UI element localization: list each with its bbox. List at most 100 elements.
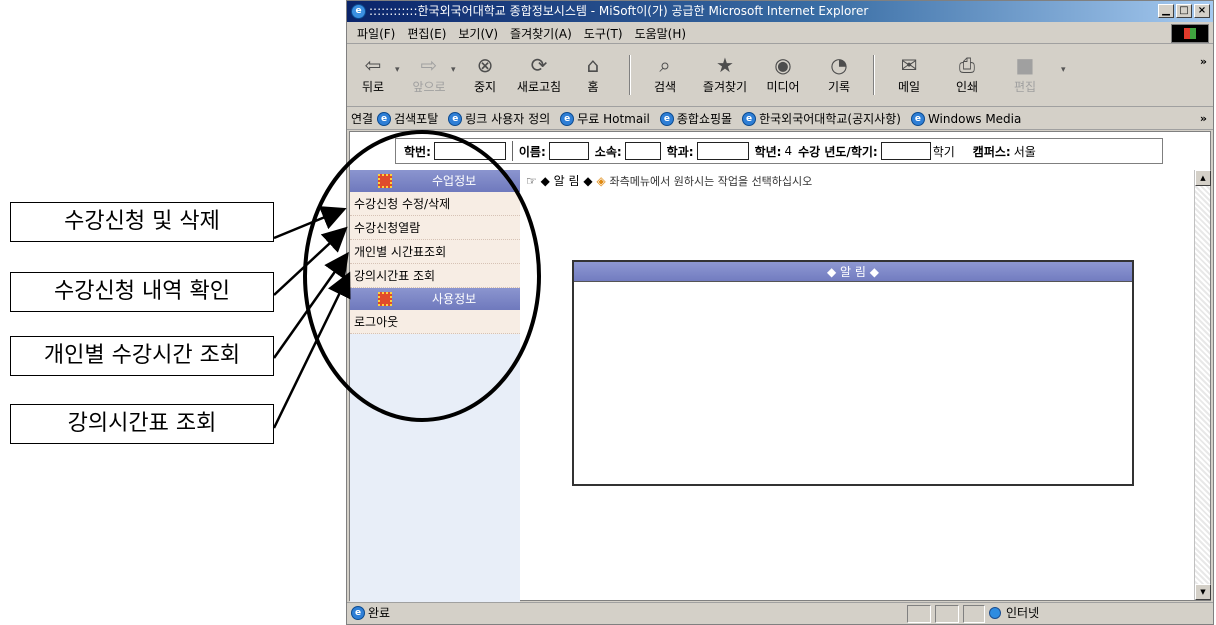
menu-view[interactable]: 보기(V) <box>454 25 506 42</box>
ie-page-icon: e <box>377 111 392 126</box>
name-field[interactable] <box>548 142 589 160</box>
mail-icon: ✉ <box>900 53 918 77</box>
stop-button[interactable]: ⊗ 중지 <box>461 49 509 103</box>
divider <box>511 141 513 161</box>
link-search-portal[interactable]: e 검색포탈 <box>377 110 438 127</box>
windows-logo-icon <box>1171 24 1209 43</box>
forward-button[interactable]: ⇨ 앞으로 <box>405 49 453 103</box>
search-label: 검색 <box>653 80 677 94</box>
department-field[interactable] <box>696 142 749 160</box>
refresh-button[interactable]: ⟳ 새로고침 <box>515 49 563 103</box>
student-info-bar: 학번: 이름: 소속: 학과: 학년: 4 수강 년도/학기: 학기 캠퍼스: … <box>395 138 1163 164</box>
link-customize[interactable]: e 링크 사용자 정의 <box>448 110 550 127</box>
student-id-field[interactable] <box>433 142 506 160</box>
edit-button[interactable]: ■ 편집 <box>1001 49 1049 103</box>
print-button[interactable]: ⎙ 인쇄 <box>943 49 991 103</box>
link-windows-media[interactable]: e Windows Media <box>910 111 1021 126</box>
menu-favorites[interactable]: 즐겨찾기(A) <box>506 25 580 42</box>
section-header-user-info: 사용정보 <box>350 288 520 310</box>
ie-logo-icon: e <box>351 4 366 19</box>
year-label: 학년: <box>754 144 782 159</box>
window-title: ::::::::::::한국외국어대학교 종합정보시스템 - MiSoft이(가… <box>369 4 869 18</box>
favorites-button[interactable]: ★ 즐겨찾기 <box>701 49 749 103</box>
links-more-chevron[interactable]: » <box>1200 112 1207 125</box>
refresh-label: 새로고침 <box>516 80 562 94</box>
link-label: 검색포탈 <box>394 112 439 126</box>
notice-strip: ☞ ◆ 알 림 ◆ ◈ 좌측메뉴에서 원하시는 작업을 선택하십시오 <box>526 172 812 189</box>
menu-edit[interactable]: 편집(E) <box>403 25 454 42</box>
menu-file[interactable]: 파일(F) <box>353 25 403 42</box>
vertical-scrollbar[interactable]: ▲ ▼ <box>1194 170 1211 600</box>
scroll-down-icon[interactable]: ▼ <box>1195 584 1211 600</box>
edit-dropdown-icon[interactable]: ▾ <box>1061 65 1066 75</box>
title-bar[interactable]: e ::::::::::::한국외국어대학교 종합정보시스템 - MiSoft이… <box>347 1 1213 22</box>
term-label: 수강 년도/학기: <box>798 144 878 159</box>
status-panel <box>963 605 985 623</box>
page-content: 학번: 이름: 소속: 학과: 학년: 4 수강 년도/학기: 학기 캠퍼스: … <box>349 131 1211 602</box>
menu-item-enroll-view[interactable]: 수강신청열람 <box>350 216 520 240</box>
link-shopping[interactable]: e 종합쇼핑몰 <box>659 110 732 127</box>
globe-icon <box>989 607 1001 619</box>
minimize-button[interactable]: ▁ <box>1158 4 1174 18</box>
term-field[interactable] <box>880 142 931 160</box>
notice-box-title: ◆ 알 림 ◆ <box>574 262 1132 282</box>
history-icon: ◔ <box>830 53 848 77</box>
link-hotmail[interactable]: e 무료 Hotmail <box>560 110 650 127</box>
history-button[interactable]: ◔ 기록 <box>815 49 863 103</box>
arrow-enroll-view <box>273 226 348 296</box>
back-button[interactable]: ⇦ 뒤로 <box>349 49 397 103</box>
menu-item-logout[interactable]: 로그아웃 <box>350 310 520 334</box>
notice-message: 좌측메뉴에서 원하시는 작업을 선택하십시오 <box>609 175 813 188</box>
edit-icon: ■ <box>1015 53 1035 77</box>
menu-item-lecture-timetable[interactable]: 강의시간표 조회 <box>350 264 520 288</box>
campus-value: 서울 <box>1013 144 1036 159</box>
arrow-personal-schedule <box>272 251 349 359</box>
page: 수강신청 및 삭제 수강신청 내역 확인 개인별 수강시간 조회 강의시간표 조… <box>0 0 1216 625</box>
ie-page-icon: e <box>742 111 757 126</box>
forward-arrow-icon: ⇨ <box>420 53 438 77</box>
menu-tools[interactable]: 도구(T) <box>580 25 631 42</box>
window-controls: ▁ □ × <box>1158 4 1210 18</box>
history-label: 기록 <box>827 80 851 94</box>
year-value: 4 <box>784 144 793 158</box>
menu-item-personal-timetable[interactable]: 개인별 시간표조회 <box>350 240 520 264</box>
notice-strip-title: 알 림 <box>553 174 580 188</box>
media-button[interactable]: ◉ 미디어 <box>759 49 807 103</box>
name-label: 이름: <box>518 144 546 159</box>
term-suffix: 학기 <box>932 144 955 159</box>
toolbar-more-chevron[interactable]: » <box>1200 55 1207 68</box>
annotation-label-personal-schedule: 개인별 수강시간 조회 <box>10 336 274 376</box>
student-id-label: 학번: <box>404 144 431 159</box>
printer-icon: ⎙ <box>959 53 975 77</box>
link-hufs-notice[interactable]: e 한국외국어대학교(공지사항) <box>742 110 901 127</box>
ie-page-icon: e <box>448 111 463 126</box>
search-icon: ⌕ <box>659 53 671 77</box>
media-icon: ◉ <box>774 53 792 77</box>
diamond-bullet-icon: ◆ <box>583 174 593 188</box>
section-header-class-info: 수업정보 <box>350 170 520 192</box>
forward-dropdown-icon[interactable]: ▾ <box>451 65 456 75</box>
department-label: 학과: <box>666 144 694 159</box>
ie-page-icon: e <box>910 111 925 126</box>
favorites-label: 즐겨찾기 <box>702 80 748 94</box>
menu-help[interactable]: 도움말(H) <box>631 25 695 42</box>
section-title: 사용정보 <box>432 292 477 306</box>
home-button[interactable]: ⌂ 홈 <box>569 49 617 103</box>
maximize-button[interactable]: □ <box>1176 4 1192 18</box>
arrow-enroll-delete <box>273 206 347 240</box>
notice-box: ◆ 알 림 ◆ <box>572 260 1134 486</box>
diamond-bullet-icon: ◆ <box>540 174 550 188</box>
left-menu: 수업정보 수강신청 수정/삭제 수강신청열람 개인별 시간표조회 강의시간표 조… <box>350 170 520 602</box>
close-button[interactable]: × <box>1194 4 1210 18</box>
stop-label: 중지 <box>473 80 497 94</box>
affiliation-field[interactable] <box>624 142 661 160</box>
home-icon: ⌂ <box>586 53 600 77</box>
back-dropdown-icon[interactable]: ▾ <box>395 65 400 75</box>
section-title: 수업정보 <box>432 174 477 188</box>
affiliation-label: 소속: <box>594 144 622 159</box>
hand-cursor-icon: ☞ <box>526 174 537 188</box>
menu-item-enroll-edit-delete[interactable]: 수강신청 수정/삭제 <box>350 192 520 216</box>
mail-button[interactable]: ✉ 메일 <box>885 49 933 103</box>
search-button[interactable]: ⌕ 검색 <box>641 49 689 103</box>
scroll-up-icon[interactable]: ▲ <box>1195 170 1211 186</box>
